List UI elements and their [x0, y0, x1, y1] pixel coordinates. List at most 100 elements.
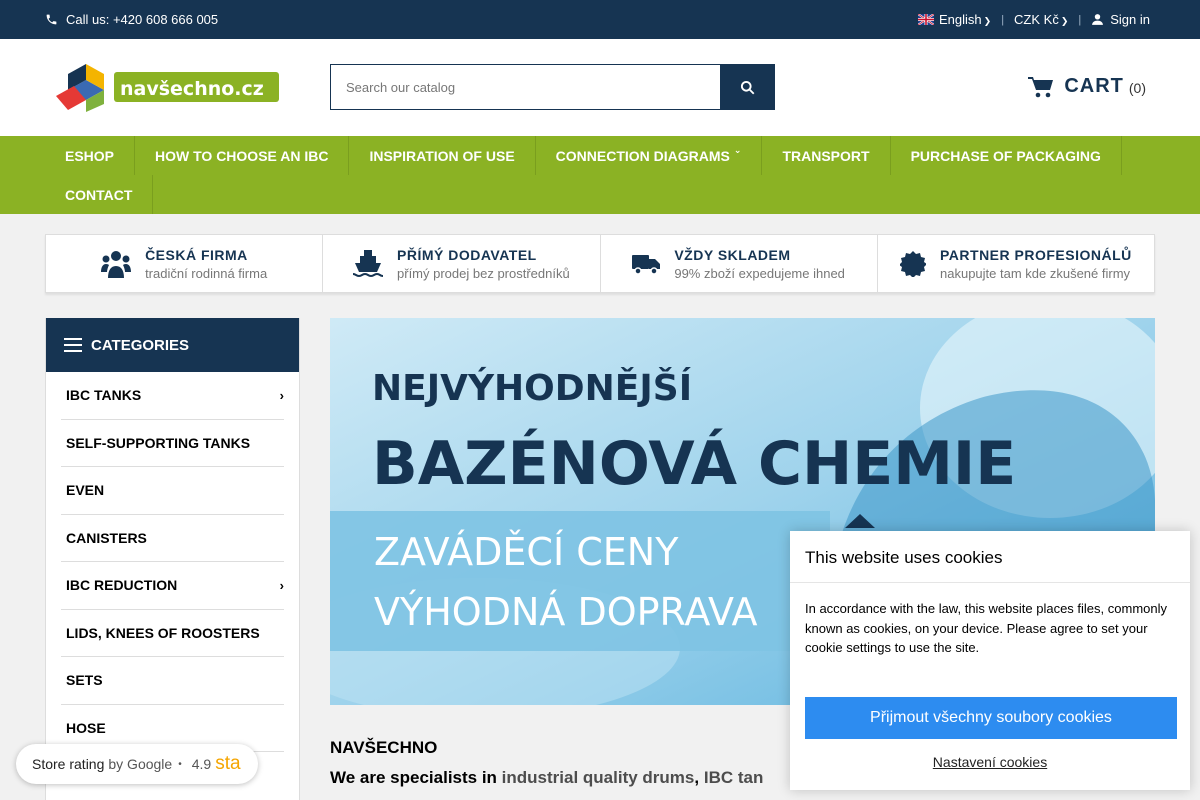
usp-subtitle: tradiční rodinná firma — [145, 265, 268, 281]
usp-item: ČESKÁ FIRMA tradiční rodinná firma — [46, 235, 324, 292]
about-text: We are specialists in industrial quality… — [330, 768, 763, 788]
category-label: LIDS, KNEES OF ROOSTERS — [66, 624, 260, 641]
about-section: NAVŠECHNO We are specialists in industri… — [330, 738, 763, 788]
logo-text: navšechno.cz — [120, 78, 264, 100]
category-item[interactable]: CANISTERS — [61, 515, 284, 562]
nav-label: TRANSPORT — [782, 147, 870, 164]
about-lead: We are specialists in — [330, 768, 497, 787]
about-comma: , — [694, 768, 700, 787]
nav-label: CONTACT — [65, 186, 133, 203]
category-label: HOSE — [66, 719, 106, 736]
categories-sidebar: CATEGORIES IBC TANKS › SELF-SUPPORTING TA… — [45, 318, 300, 800]
divider: | — [1001, 13, 1005, 26]
category-item[interactable]: IBC REDUCTION › — [61, 562, 284, 610]
rating-stars: sta — [215, 753, 241, 774]
categories-header[interactable]: CATEGORIES — [46, 318, 299, 372]
usp-item: PARTNER PROFESIONÁLŮ nakupujte tam kde zk… — [878, 235, 1154, 292]
search-button[interactable] — [720, 65, 774, 109]
about-heading: NAVŠECHNO — [330, 738, 438, 757]
call-us[interactable]: Call us: +420 608 666 005 — [45, 12, 218, 27]
about-link-ibc[interactable]: IBC tan — [704, 768, 764, 787]
search-icon — [740, 80, 754, 94]
ship-icon — [353, 249, 384, 277]
category-label: SELF-SUPPORTING TANKS — [66, 434, 251, 451]
sign-in-label: Sign in — [1110, 12, 1150, 27]
nav-item-connection-diagrams[interactable]: CONNECTION DIAGRAMS ⌄ — [536, 136, 763, 175]
category-item[interactable]: SETS — [61, 657, 284, 705]
search-bar — [330, 64, 775, 110]
category-item[interactable]: LIDS, KNEES OF ROOSTERS — [61, 610, 284, 657]
nav-label: HOW TO CHOOSE AN IBC — [155, 147, 329, 164]
about-link-drums[interactable]: industrial quality drums — [502, 768, 695, 787]
usp-subtitle: nakupujte tam kde zkušené firmy — [940, 265, 1131, 281]
language-select[interactable]: English ❯ — [918, 12, 991, 27]
usp-item: PŘÍMÝ DODAVATEL přímý prodej bez prostřed… — [323, 235, 601, 292]
top-bar: Call us: +420 608 666 005 English ❯ | CZK… — [0, 0, 1200, 39]
chevron-down-icon: ⌄ — [733, 145, 742, 155]
users-icon — [101, 250, 132, 278]
site-logo[interactable]: navšechno.cz — [56, 64, 280, 112]
nav-item-contact[interactable]: CONTACT — [45, 175, 154, 214]
accept-cookies-button[interactable]: Přijmout všechny soubory cookies — [805, 697, 1177, 739]
category-label: IBC TANKS — [66, 387, 142, 404]
cookie-dialog: This website uses cookies In accordance … — [790, 531, 1190, 790]
nav-item-inspiration[interactable]: INSPIRATION OF USE — [349, 136, 536, 175]
call-us-text: Call us: +420 608 666 005 — [66, 12, 219, 27]
category-item[interactable]: SELF-SUPPORTING TANKS — [61, 420, 284, 467]
uk-flag-icon — [918, 14, 934, 25]
usp-subtitle: přímý prodej bez prostředníků — [397, 265, 570, 281]
phone-icon — [46, 14, 57, 25]
category-label: IBC REDUCTION — [66, 577, 178, 594]
currency-select[interactable]: CZK Kč ❯ — [1014, 12, 1068, 27]
categories-title: CATEGORIES — [91, 336, 190, 354]
banner-line-1: NEJVÝHODNĚJŠÍ — [372, 366, 692, 409]
cookie-title: This website uses cookies — [790, 531, 1190, 583]
cart-label: CART — [1064, 75, 1124, 97]
sign-in-link[interactable]: Sign in — [1091, 12, 1150, 27]
category-item[interactable]: EVEN — [61, 467, 284, 515]
usp-subtitle: 99% zboží expedujeme ihned — [674, 265, 845, 281]
search-input[interactable] — [331, 65, 720, 109]
chevron-down-icon: ❯ — [1060, 16, 1069, 26]
usp-item: VŽDY SKLADEM 99% zboží expedujeme ihned — [601, 235, 878, 292]
nav-label: PURCHASE OF PACKAGING — [910, 147, 1101, 164]
category-label: CANISTERS — [66, 529, 147, 546]
nav-label: INSPIRATION OF USE — [369, 147, 515, 164]
usp-title: PARTNER PROFESIONÁLŮ — [940, 246, 1132, 263]
rating-dot: • — [178, 758, 182, 770]
cookie-settings-link[interactable]: Nastavení cookies — [790, 754, 1190, 770]
category-item[interactable]: IBC TANKS › — [61, 372, 284, 420]
cart-count: (0) — [1128, 80, 1146, 96]
user-icon — [1092, 14, 1104, 25]
nav-label: ESHOP — [65, 147, 115, 164]
nav-item-transport[interactable]: TRANSPORT — [762, 136, 891, 175]
divider: | — [1078, 13, 1082, 26]
nav-item-eshop[interactable]: ESHOP — [45, 136, 136, 175]
truck-icon — [632, 254, 661, 275]
currency-label: CZK Kč — [1014, 12, 1059, 27]
header: navšechno.cz CART (0) — [0, 39, 1200, 136]
nav-item-how-to-choose[interactable]: HOW TO CHOOSE AN IBC — [135, 136, 350, 175]
menu-icon — [64, 338, 82, 352]
banner-line-3: ZAVÁDĚCÍ CENY — [374, 530, 679, 574]
nav-label: CONNECTION DIAGRAMS — [555, 147, 730, 164]
cart-button[interactable]: CART (0) — [1028, 75, 1146, 98]
nav-item-purchase-packaging[interactable]: PURCHASE OF PACKAGING — [891, 136, 1122, 175]
store-rating-badge[interactable]: Store rating by Google • 4.9 sta — [16, 744, 258, 784]
category-label: EVEN — [66, 482, 105, 499]
chevron-down-icon: ❯ — [983, 16, 992, 26]
main-nav: ESHOP HOW TO CHOOSE AN IBC INSPIRATION O… — [0, 136, 1200, 214]
language-label: English — [939, 12, 982, 27]
chevron-right-icon[interactable]: › — [280, 578, 284, 593]
chevron-right-icon[interactable]: › — [280, 388, 284, 403]
rating-source: by Google — [108, 756, 173, 772]
cart-icon — [1028, 76, 1054, 97]
usp-title: VŽDY SKLADEM — [674, 246, 791, 263]
rating-score: 4.9 — [191, 756, 212, 772]
badge-icon — [900, 250, 926, 277]
cookie-body: In accordance with the law, this website… — [805, 601, 1168, 655]
category-label: SETS — [66, 672, 103, 689]
usp-strip: ČESKÁ FIRMA tradiční rodinná firma PŘÍMÝ … — [45, 234, 1155, 293]
banner-line-2: BAZÉNOVÁ CHEMIE — [372, 427, 1016, 499]
rating-label: Store rating — [32, 756, 105, 772]
